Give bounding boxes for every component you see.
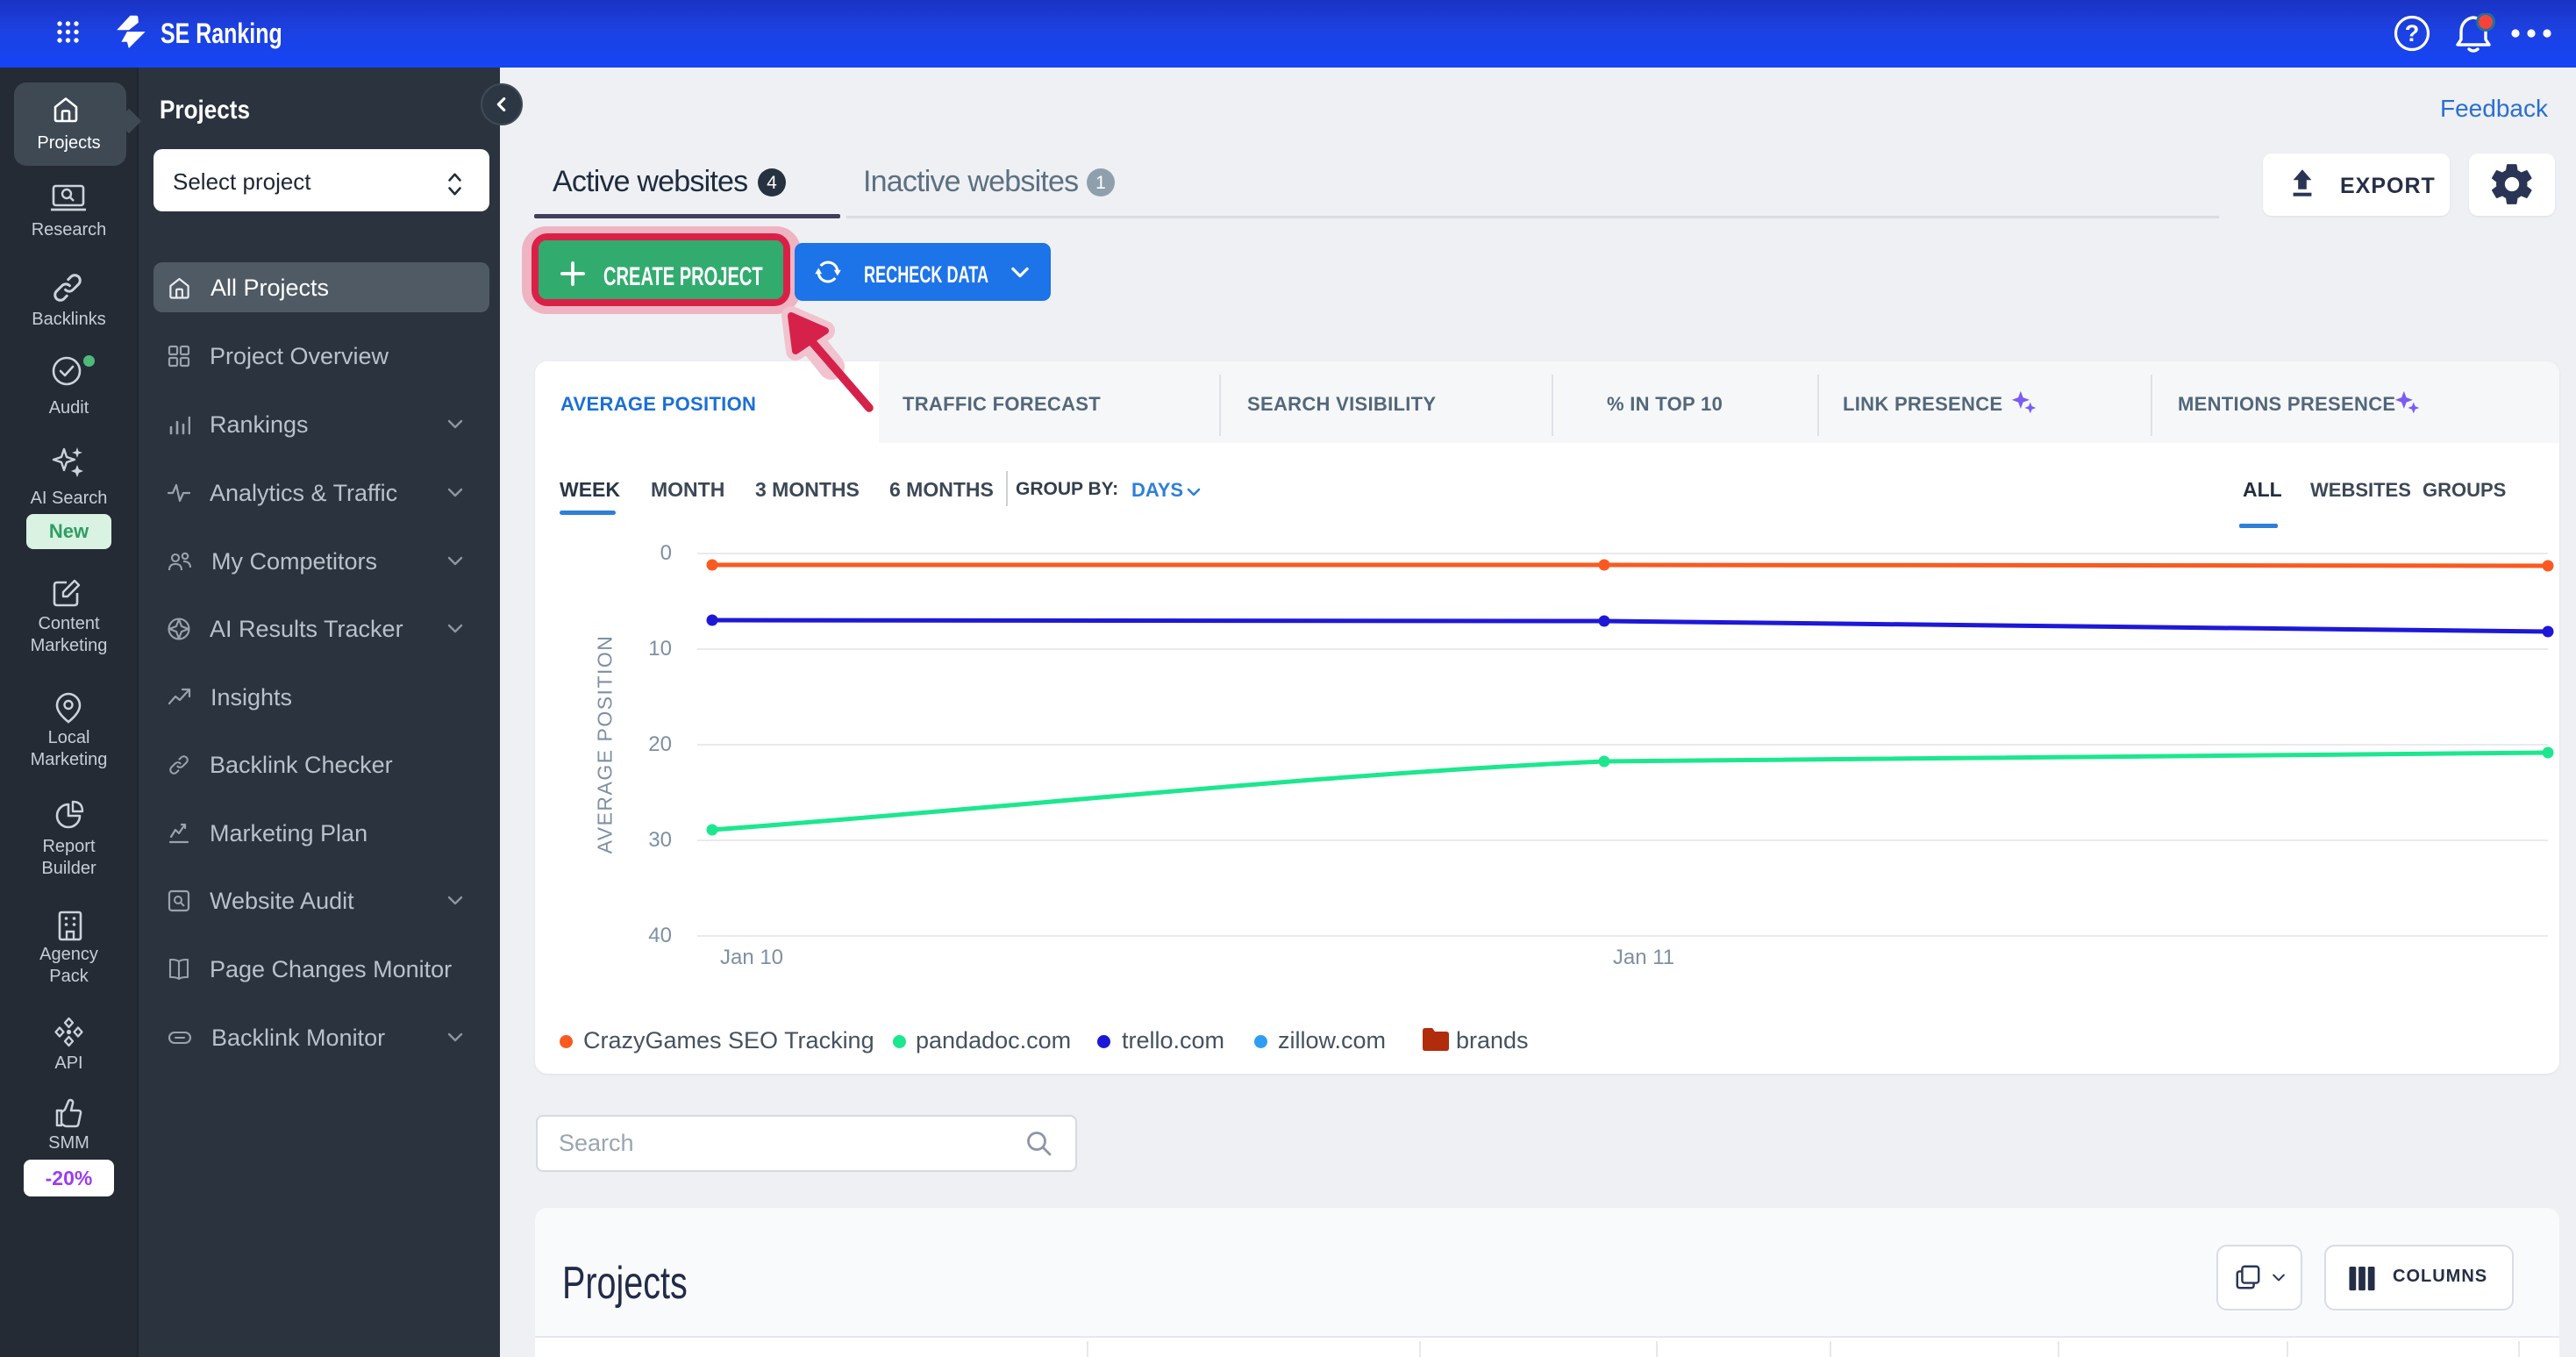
svg-text:?: ? xyxy=(2405,20,2420,46)
